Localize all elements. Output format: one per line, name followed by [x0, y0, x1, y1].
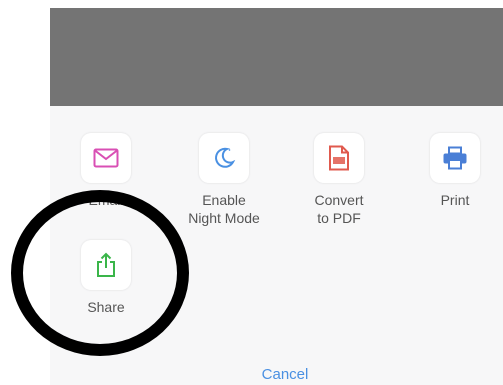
print-action[interactable]: Print — [407, 133, 503, 209]
night-mode-action[interactable]: Enable Night Mode — [176, 133, 272, 227]
moon-icon — [215, 147, 236, 168]
convert-pdf-label: Convert to PDF — [314, 192, 364, 226]
convert-pdf-tile[interactable] — [314, 133, 364, 183]
convert-pdf-action[interactable]: Convert to PDF — [291, 133, 387, 227]
share-tile[interactable] — [81, 240, 131, 290]
share-sheet-screen: Email Enable Night Mode Convert to PDF P… — [0, 0, 503, 385]
email-tile[interactable] — [81, 133, 131, 183]
share-label: Share — [87, 299, 125, 315]
print-tile[interactable] — [430, 133, 480, 183]
printer-icon — [443, 146, 467, 170]
cancel-button[interactable]: Cancel — [220, 366, 350, 383]
pdf-icon — [329, 145, 349, 171]
envelope-icon — [93, 148, 119, 168]
print-label: Print — [440, 192, 470, 208]
share-action[interactable]: Share — [58, 240, 154, 316]
email-action[interactable]: Email — [58, 133, 154, 209]
document-preview — [50, 8, 503, 106]
email-label: Email — [88, 192, 124, 208]
sheet-edge — [0, 106, 50, 385]
night-mode-label: Enable Night Mode — [188, 192, 260, 226]
share-icon — [97, 252, 115, 277]
night-mode-tile[interactable] — [199, 133, 249, 183]
